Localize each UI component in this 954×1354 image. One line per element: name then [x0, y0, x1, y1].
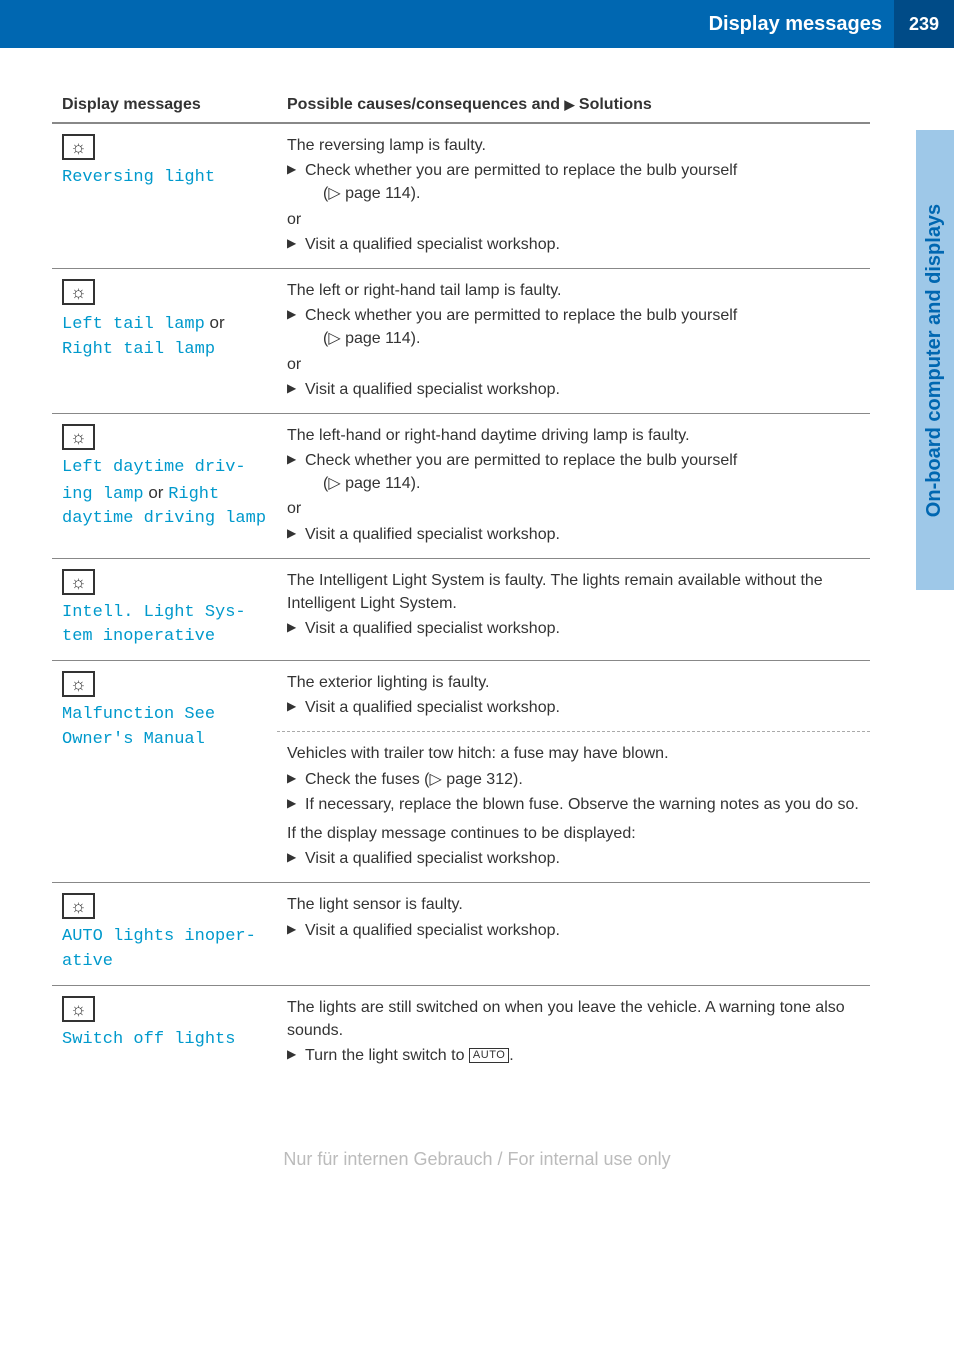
step-text: Turn the light switch to: [305, 1047, 469, 1064]
label-part: Left tail lamp: [62, 315, 205, 334]
step-text: Check whether you are permitted to repla…: [305, 452, 737, 469]
or-text: or: [287, 497, 860, 520]
cause-text: Vehicles with trailer tow hitch: a fuse …: [287, 742, 860, 765]
content-area: Display messages Possible causes/consequ…: [0, 48, 954, 1109]
message-label: Switch off lights: [62, 1028, 267, 1053]
column-header-messages: Display messages: [52, 88, 277, 123]
message-label: Intell. Light Sys‐ tem inoperative: [62, 601, 267, 650]
solution-step: Visit a qualified specialist workshop.: [287, 617, 860, 640]
solution-step: Turn the light switch to AUTO.: [287, 1044, 860, 1067]
auto-icon: AUTO: [469, 1048, 509, 1063]
solution-cell: The Intelligent Light System is faulty. …: [277, 558, 870, 660]
bulb-icon: ☼: [62, 893, 95, 919]
page-title: Display messages: [709, 13, 894, 36]
cause-text: The left-hand or right-hand daytime driv…: [287, 424, 860, 447]
message-cell: ☼ Switch off lights: [52, 985, 277, 1079]
solution-cell: The exterior lighting is faulty. Visit a…: [277, 661, 870, 732]
triangle-icon: ▶: [564, 97, 574, 112]
bulb-icon: ☼: [62, 996, 95, 1022]
table-row: ☼ Left daytime driv‐ ing lamp or Right d…: [52, 413, 870, 558]
solution-step: If necessary, replace the blown fuse. Ob…: [287, 793, 860, 816]
cause-text: The exterior lighting is faulty.: [287, 671, 860, 694]
message-label: Left daytime driv‐ ing lamp or Right day…: [62, 456, 267, 532]
solution-step: Check the fuses (▷ page 312).: [287, 768, 860, 791]
table-row: ☼ AUTO lights inoper‐ ative The light se…: [52, 883, 870, 985]
messages-table: Display messages Possible causes/consequ…: [52, 88, 870, 1079]
bulb-icon: ☼: [62, 134, 95, 160]
message-cell: ☼ Intell. Light Sys‐ tem inoperative: [52, 558, 277, 660]
step-text-end: .: [509, 1047, 513, 1064]
solution-cell: The light sensor is faulty. Visit a qual…: [277, 883, 870, 985]
continue-text: If the display message continues to be d…: [287, 822, 860, 845]
message-cell: ☼ AUTO lights inoper‐ ative: [52, 883, 277, 985]
solution-step: Check whether you are permitted to repla…: [287, 304, 860, 350]
label-part: Right tail lamp: [62, 340, 215, 359]
solution-cell: The left-hand or right-hand daytime driv…: [277, 413, 870, 558]
message-label: AUTO lights inoper‐ ative: [62, 925, 267, 974]
solution-step: Visit a qualified specialist workshop.: [287, 523, 860, 546]
solution-step: Visit a qualified specialist workshop.: [287, 847, 860, 870]
message-label: Reversing light: [62, 166, 267, 191]
solution-step: Visit a qualified specialist workshop.: [287, 919, 860, 942]
bulb-icon: ☼: [62, 671, 95, 697]
solution-cell: The lights are still switched on when yo…: [277, 985, 870, 1079]
step-ref: (▷ page 114).: [305, 475, 420, 492]
page-number: 239: [894, 0, 954, 48]
bulb-icon: ☼: [62, 424, 95, 450]
table-row: ☼ Switch off lights The lights are still…: [52, 985, 870, 1079]
col2-text-b: Solutions: [574, 96, 651, 113]
cause-text: The Intelligent Light System is faulty. …: [287, 569, 860, 615]
solution-step: Visit a qualified specialist workshop.: [287, 696, 860, 719]
step-ref: (▷ page 114).: [305, 330, 420, 347]
message-cell: ☼ Reversing light: [52, 123, 277, 268]
solution-step: Visit a qualified specialist workshop.: [287, 378, 860, 401]
label-or: or: [144, 483, 169, 502]
message-cell: ☼ Left daytime driv‐ ing lamp or Right d…: [52, 413, 277, 558]
solution-step: Check whether you are permitted to repla…: [287, 449, 860, 495]
table-row: ☼ Intell. Light Sys‐ tem inoperative The…: [52, 558, 870, 660]
page-header: Display messages 239: [0, 0, 954, 48]
label-or: or: [205, 313, 225, 332]
solution-cell: The reversing lamp is faulty. Check whet…: [277, 123, 870, 268]
bulb-icon: ☼: [62, 569, 95, 595]
footer-text: Nur für internen Gebrauch / For internal…: [0, 1149, 954, 1170]
col2-text-a: Possible causes/consequences and: [287, 96, 564, 113]
message-label: Left tail lamp or Right tail lamp: [62, 311, 267, 362]
cause-text: The light sensor is faulty.: [287, 893, 860, 916]
or-text: or: [287, 208, 860, 231]
table-row: ☼ Reversing light The reversing lamp is …: [52, 123, 870, 268]
message-cell: ☼ Malfunction See Owner's Manual: [52, 661, 277, 883]
solution-step: Visit a qualified specialist workshop.: [287, 233, 860, 256]
message-label: Malfunction See Owner's Manual: [62, 703, 267, 752]
message-cell: ☼ Left tail lamp or Right tail lamp: [52, 268, 277, 413]
column-header-solutions: Possible causes/consequences and ▶ Solut…: [277, 88, 870, 123]
step-ref: (▷ page 114).: [305, 185, 420, 202]
bulb-icon: ☼: [62, 279, 95, 305]
solution-cell: Vehicles with trailer tow hitch: a fuse …: [277, 732, 870, 883]
table-row: ☼ Left tail lamp or Right tail lamp The …: [52, 268, 870, 413]
solution-cell: The left or right-hand tail lamp is faul…: [277, 268, 870, 413]
step-text: Check whether you are permitted to repla…: [305, 162, 737, 179]
cause-text: The reversing lamp is faulty.: [287, 134, 860, 157]
step-text: Check whether you are permitted to repla…: [305, 307, 737, 324]
solution-step: Check whether you are permitted to repla…: [287, 159, 860, 205]
or-text: or: [287, 353, 860, 376]
table-row: ☼ Malfunction See Owner's Manual The ext…: [52, 661, 870, 732]
cause-text: The left or right-hand tail lamp is faul…: [287, 279, 860, 302]
cause-text: The lights are still switched on when yo…: [287, 996, 860, 1042]
